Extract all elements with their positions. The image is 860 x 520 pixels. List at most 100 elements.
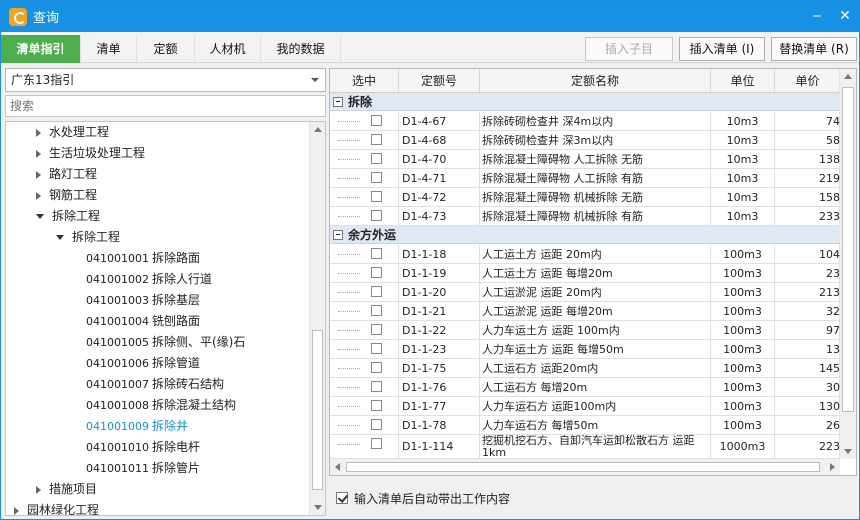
- quota-name-cell: 人力车运土方 运距 每增50m: [480, 340, 711, 359]
- expand-closed-icon[interactable]: [14, 506, 19, 515]
- table-row[interactable]: D1-1-114 挖掘机挖石方、自卸汽车运卸松散石方 运距1km 1000m3 223: [330, 435, 840, 459]
- auto-content-checkbox[interactable]: [336, 492, 348, 504]
- table-row[interactable]: D1-1-76 人工运石方 每增20m 100m3 30: [330, 378, 840, 397]
- group-title: 拆除: [348, 95, 373, 109]
- tree-item-041001006[interactable]: 041001006 拆除管道: [86, 353, 200, 374]
- expand-closed-icon[interactable]: [36, 485, 41, 494]
- row-checkbox[interactable]: [371, 381, 382, 392]
- scroll-up-icon[interactable]: [314, 127, 322, 132]
- col-header-select[interactable]: 选中: [330, 69, 399, 93]
- col-header-unit[interactable]: 单位: [711, 69, 775, 93]
- row-checkbox[interactable]: [371, 191, 382, 202]
- tree-item-041001007[interactable]: 041001007 拆除砖石结构: [86, 374, 224, 395]
- tree-folder[interactable]: 钢筋工程: [36, 185, 97, 206]
- table-row[interactable]: D1-4-73 拆除混凝土障碍物 机械拆除 有筋 10m3 233: [330, 207, 840, 226]
- tab-materials[interactable]: 人材机: [195, 35, 261, 63]
- scroll-right-icon[interactable]: [830, 463, 835, 471]
- tree-scrollbar[interactable]: [309, 122, 325, 515]
- row-checkbox[interactable]: [371, 267, 382, 278]
- group-row[interactable]: 余方外运: [330, 226, 840, 244]
- table-row[interactable]: D1-4-70 拆除混凝土障碍物 人工拆除 无筋 10m3 138: [330, 150, 840, 169]
- row-checkbox[interactable]: [371, 153, 382, 164]
- col-header-code[interactable]: 定额号: [399, 69, 480, 93]
- tree-item-code: 041001011: [86, 462, 149, 475]
- col-header-name[interactable]: 定额名称: [480, 69, 711, 93]
- grid-vscroll-thumb[interactable]: [842, 87, 854, 412]
- tree-item-041001008[interactable]: 041001008 拆除混凝土结构: [86, 395, 236, 416]
- grid-vscrollbar[interactable]: [839, 69, 856, 459]
- tree-folder[interactable]: 路灯工程: [36, 164, 97, 185]
- minimize-icon[interactable]: ‒: [803, 1, 831, 32]
- row-checkbox[interactable]: [371, 419, 382, 430]
- table-row[interactable]: D1-1-78 人力车运石方 每增50m 100m3 26: [330, 416, 840, 435]
- tree-item-041001009[interactable]: 041001009 拆除井: [86, 416, 188, 437]
- tree-item-041001003[interactable]: 041001003 拆除基层: [86, 290, 200, 311]
- col-header-price[interactable]: 单价: [775, 69, 840, 93]
- row-checkbox[interactable]: [371, 362, 382, 373]
- scroll-down-icon[interactable]: [844, 449, 852, 454]
- close-icon[interactable]: ✕: [831, 1, 859, 32]
- row-checkbox[interactable]: [371, 400, 382, 411]
- expand-open-icon[interactable]: [56, 235, 64, 240]
- insert-child-button[interactable]: 插入子目: [585, 37, 673, 61]
- tab-quota[interactable]: 定额: [137, 35, 195, 63]
- tree-folder[interactable]: 措施项目: [36, 479, 97, 500]
- expand-closed-icon[interactable]: [36, 191, 41, 200]
- insert-list-button[interactable]: 插入清单 (I): [679, 37, 765, 61]
- tab-list-guide[interactable]: 清单指引: [1, 35, 81, 63]
- table-row[interactable]: D1-1-77 人力车运石方 运距100m内 100m3 130: [330, 397, 840, 416]
- row-checkbox[interactable]: [371, 286, 382, 297]
- tree-folder[interactable]: 水处理工程: [36, 122, 109, 143]
- row-checkbox[interactable]: [371, 343, 382, 354]
- table-row[interactable]: D1-1-22 人力车运土方 运距 100m内 100m3 97: [330, 321, 840, 340]
- table-row[interactable]: D1-1-75 人工运石方 运距20m内 100m3 145: [330, 359, 840, 378]
- tab-list[interactable]: 清单: [81, 35, 137, 63]
- auto-content-option[interactable]: 输入清单后自动带出工作内容: [336, 489, 510, 507]
- row-checkbox[interactable]: [371, 438, 382, 449]
- table-row[interactable]: D1-4-71 拆除混凝土障碍物 人工拆除 有筋 10m3 219: [330, 169, 840, 188]
- table-row[interactable]: D1-1-18 人工运土方 运距 20m内 100m3 104: [330, 245, 840, 264]
- table-row[interactable]: D1-4-67 拆除砖砌检查井 深4m以内 10m3 74: [330, 112, 840, 131]
- row-checkbox[interactable]: [371, 248, 382, 259]
- grid-hscrollbar[interactable]: [330, 458, 840, 475]
- expand-open-icon[interactable]: [36, 214, 44, 219]
- row-checkbox[interactable]: [371, 324, 382, 335]
- collapse-icon[interactable]: [333, 230, 343, 240]
- row-checkbox[interactable]: [371, 210, 382, 221]
- tree-item-041001011[interactable]: 041001011 拆除管片: [86, 458, 200, 479]
- expand-closed-icon[interactable]: [36, 170, 41, 179]
- scroll-left-icon[interactable]: [335, 463, 340, 471]
- replace-list-button[interactable]: 替换清单 (R): [771, 37, 857, 61]
- tree-folder[interactable]: 生活垃圾处理工程: [36, 143, 145, 164]
- tree-folder[interactable]: 拆除工程: [56, 227, 120, 248]
- tree-item-041001005[interactable]: 041001005 拆除侧、平(缘)石: [86, 332, 245, 353]
- expand-closed-icon[interactable]: [36, 149, 41, 158]
- scroll-up-icon[interactable]: [844, 74, 852, 79]
- tree-scroll-thumb[interactable]: [312, 330, 323, 490]
- table-row[interactable]: D1-4-68 拆除砖砌检查井 深3m以内 10m3 58: [330, 131, 840, 150]
- table-row[interactable]: D1-1-20 人工运淤泥 运距 20m内 100m3 213: [330, 283, 840, 302]
- search-input[interactable]: [5, 95, 326, 117]
- collapse-icon[interactable]: [333, 97, 343, 107]
- tab-my-data[interactable]: 我的数据: [261, 35, 341, 63]
- grid-hscroll-thumb[interactable]: [346, 462, 820, 472]
- tree-item-041001004[interactable]: 041001004 铣刨路面: [86, 311, 200, 332]
- expand-closed-icon[interactable]: [36, 128, 41, 137]
- table-row[interactable]: D1-4-72 拆除混凝土障碍物 机械拆除 无筋 10m3 158: [330, 188, 840, 207]
- scroll-down-icon[interactable]: [314, 505, 322, 510]
- row-checkbox[interactable]: [371, 134, 382, 145]
- row-checkbox[interactable]: [371, 305, 382, 316]
- group-row[interactable]: 拆除: [330, 93, 840, 111]
- tree-item-041001002[interactable]: 041001002 拆除人行道: [86, 269, 212, 290]
- row-checkbox[interactable]: [371, 172, 382, 183]
- table-row[interactable]: D1-1-21 人工运淤泥 运距 每增20m 100m3 32: [330, 302, 840, 321]
- tree-folder[interactable]: 拆除工程: [36, 206, 100, 227]
- row-checkbox[interactable]: [371, 115, 382, 126]
- table-row[interactable]: D1-1-23 人力车运土方 运距 每增50m 100m3 13: [330, 340, 840, 359]
- tree-item-041001001[interactable]: 041001001 拆除路面: [86, 248, 200, 269]
- tree-item-041001010[interactable]: 041001010 拆除电杆: [86, 437, 200, 458]
- guide-dropdown[interactable]: 广东13指引: [5, 68, 326, 92]
- table-row[interactable]: D1-1-19 人工运土方 运距 每增20m 100m3 23: [330, 264, 840, 283]
- tree-folder[interactable]: 园林绿化工程: [14, 500, 99, 515]
- price-cell: 219: [819, 172, 840, 185]
